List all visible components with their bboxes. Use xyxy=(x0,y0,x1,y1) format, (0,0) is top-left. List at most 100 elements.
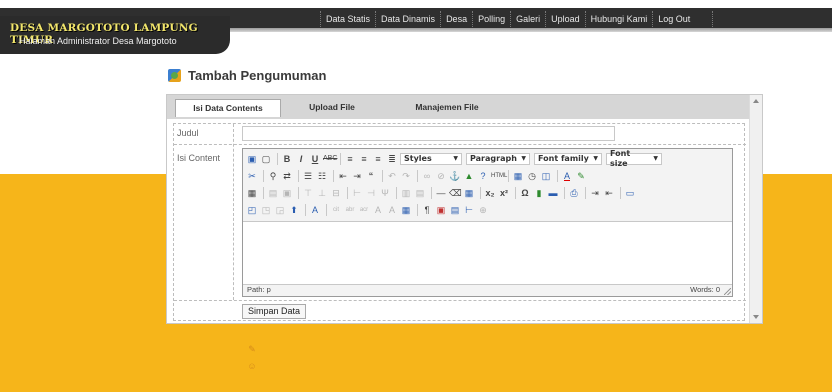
remove-format-icon[interactable]: ⌫ xyxy=(449,187,462,199)
abbr-icon[interactable]: abr xyxy=(344,204,356,216)
tab-upload-file[interactable]: Upload File xyxy=(302,99,362,117)
table-icon[interactable]: ▦ xyxy=(246,187,258,199)
ins-icon[interactable]: A xyxy=(386,204,398,216)
bullet-list-icon[interactable]: ☰ xyxy=(302,170,314,182)
emoticon-icon[interactable]: ☺ xyxy=(246,360,258,372)
cell-props-icon[interactable]: ▣ xyxy=(281,187,293,199)
judul-input[interactable] xyxy=(242,126,615,141)
blockquote2-icon[interactable]: ⊕ xyxy=(477,204,489,216)
underline-icon[interactable]: U xyxy=(309,153,321,165)
numbered-list-icon[interactable]: ☷ xyxy=(316,170,328,182)
panel-scrollbar[interactable] xyxy=(749,95,762,323)
split-cells-icon[interactable]: ▥ xyxy=(400,187,412,199)
nav-desa[interactable]: Desa xyxy=(440,11,472,27)
acronym-icon[interactable]: acr xyxy=(358,204,370,216)
image-insert-icon[interactable]: ▲ xyxy=(463,170,475,182)
bold-icon[interactable]: B xyxy=(281,153,293,165)
nav-galeri[interactable]: Galeri xyxy=(510,11,545,27)
highlight-color-icon[interactable]: ✎ xyxy=(575,170,587,182)
undo-icon[interactable]: ↶ xyxy=(386,170,398,182)
nav-log-out[interactable]: Log Out xyxy=(652,11,714,27)
nav-data-dinamis[interactable]: Data Dinamis xyxy=(375,11,440,27)
horizontal-rule-icon[interactable]: — xyxy=(435,187,447,199)
col-after-icon[interactable]: ⊣ xyxy=(365,187,377,199)
pagebreak2-icon[interactable]: ⊢ xyxy=(463,204,475,216)
delete-row-icon[interactable]: ⊟ xyxy=(330,187,342,199)
preview-icon[interactable]: ◫ xyxy=(540,170,552,182)
align-center-icon[interactable]: ≡ xyxy=(358,153,370,165)
editor-toolbar-row: ◰ ◳ ◲ ⬆ A cit abr acr A A ▦ ¶ ▣ ▤ ⊢ ⊕ xyxy=(246,203,491,217)
insert-date-icon[interactable]: ▦ xyxy=(512,170,524,182)
find-icon[interactable]: ⚲ xyxy=(267,170,279,182)
ltr-icon[interactable]: ⇥ xyxy=(589,187,601,199)
media-icon[interactable]: ▮ xyxy=(533,187,545,199)
col-before-icon[interactable]: ⊢ xyxy=(351,187,363,199)
fullscreen-icon[interactable]: ▭ xyxy=(624,187,636,199)
styleprops-icon[interactable]: A xyxy=(309,204,321,216)
font-family-dropdown[interactable]: Font family ▼ xyxy=(534,153,602,165)
toolbar-separator xyxy=(382,170,383,182)
cleanup-icon[interactable]: ✎ xyxy=(246,343,258,355)
scroll-up-icon[interactable] xyxy=(753,99,759,103)
align-right-icon[interactable]: ≡ xyxy=(372,153,384,165)
move-forward-icon[interactable]: ◳ xyxy=(260,204,272,216)
template-icon[interactable]: ▤ xyxy=(449,204,461,216)
redo-icon[interactable]: ↷ xyxy=(400,170,412,182)
save-icon[interactable]: ▣ xyxy=(246,153,258,165)
nav-upload[interactable]: Upload xyxy=(545,11,585,27)
editor-content-area[interactable] xyxy=(243,221,732,285)
visual-chars-icon[interactable]: ¶ xyxy=(421,204,433,216)
help-icon[interactable]: ? xyxy=(477,170,489,182)
format-dropdown[interactable]: Paragraph ▼ xyxy=(466,153,530,165)
pagebreak-icon[interactable]: ▬ xyxy=(547,187,559,199)
replace-icon[interactable]: ⇄ xyxy=(281,170,293,182)
delete-col-icon[interactable]: Ψ xyxy=(379,187,391,199)
scroll-down-icon[interactable] xyxy=(753,315,759,319)
align-left-icon[interactable]: ≡ xyxy=(344,153,356,165)
non-breaking-icon[interactable]: ▣ xyxy=(435,204,447,216)
styles-dropdown[interactable]: Styles ▼ xyxy=(400,153,462,165)
row-after-icon[interactable]: ⊥ xyxy=(316,187,328,199)
subscript-icon[interactable]: x₂ xyxy=(484,187,496,199)
special-char-icon[interactable]: Ω xyxy=(519,187,531,199)
cite-icon[interactable]: cit xyxy=(330,204,342,216)
outdent-icon[interactable]: ⇤ xyxy=(337,170,349,182)
nav-polling[interactable]: Polling xyxy=(472,11,510,27)
font-size-dropdown[interactable]: Font size ▼ xyxy=(606,149,662,168)
row-before-icon[interactable]: ⊤ xyxy=(302,187,314,199)
indent-icon[interactable]: ⇥ xyxy=(351,170,363,182)
nav-data-statis[interactable]: Data Statis xyxy=(320,11,375,27)
link-icon[interactable]: ∞ xyxy=(421,170,433,182)
strikethrough-icon[interactable]: ABC xyxy=(323,153,337,165)
cut-icon[interactable]: ✂ xyxy=(246,170,258,182)
merge-cells-icon[interactable]: ▤ xyxy=(414,187,426,199)
rtl-icon[interactable]: ⇤ xyxy=(603,187,615,199)
tab-manajemen-file[interactable]: Manajemen File xyxy=(397,99,497,117)
del-icon[interactable]: A xyxy=(372,204,384,216)
insert-layer-icon[interactable]: ◰ xyxy=(246,204,258,216)
new-document-icon[interactable]: ▢ xyxy=(260,153,272,165)
attribs-icon[interactable]: ▦ xyxy=(400,204,412,216)
align-justify-icon[interactable]: ≣ xyxy=(386,153,398,165)
anchor-icon[interactable]: ⚓ xyxy=(449,170,461,182)
absolute-icon[interactable]: ⬆ xyxy=(288,204,300,216)
unlink-icon[interactable]: ⊘ xyxy=(435,170,447,182)
italic-icon[interactable]: I xyxy=(295,153,307,165)
insert-time-icon[interactable]: ◷ xyxy=(526,170,538,182)
html-icon[interactable]: HTML xyxy=(491,170,507,182)
row-props-icon[interactable]: ▤ xyxy=(267,187,279,199)
chevron-down-icon: ▼ xyxy=(653,155,658,162)
print-icon[interactable]: ⎙ xyxy=(568,187,580,199)
font-color-icon[interactable]: A xyxy=(561,170,573,182)
visual-aid-icon[interactable]: ▦ xyxy=(463,187,475,199)
toolbar-separator xyxy=(417,204,418,216)
move-backward-icon[interactable]: ◲ xyxy=(274,204,286,216)
superscript-icon[interactable]: x² xyxy=(498,187,510,199)
save-button[interactable]: Simpan Data xyxy=(242,304,307,319)
resize-handle-icon[interactable] xyxy=(724,288,731,295)
toolbar-separator xyxy=(508,170,509,182)
blockquote-icon[interactable]: “ xyxy=(365,170,377,182)
tab-isi-data-contents[interactable]: Isi Data Contents xyxy=(175,99,281,117)
content-panel: Isi Data Contents Upload File Manajemen … xyxy=(166,94,763,372)
nav-hubungi-kami[interactable]: Hubungi Kami xyxy=(584,11,653,27)
